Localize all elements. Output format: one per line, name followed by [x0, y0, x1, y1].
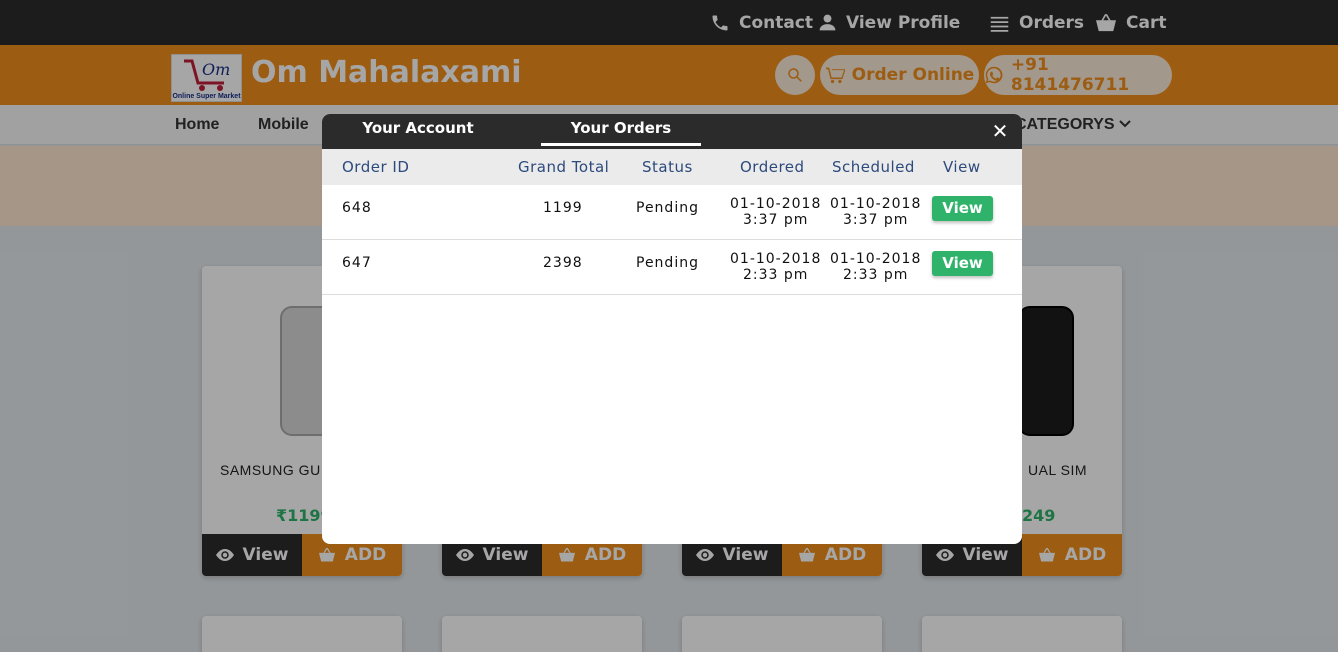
ordered-datetime: 01-10-2018 2:33 pm [730, 251, 821, 283]
column-header-view: View [943, 158, 981, 176]
grand-total: 2398 [543, 255, 583, 271]
table-row: 647 2398 Pending 01-10-2018 2:33 pm 01-1… [322, 240, 1022, 295]
order-id: 648 [342, 200, 372, 216]
scheduled-datetime: 01-10-2018 2:33 pm [830, 251, 921, 283]
order-status: Pending [636, 255, 699, 271]
scheduled-date: 01-10-2018 [830, 196, 922, 212]
orders-modal: Your Account Your Orders ✕ Order ID Gran… [322, 114, 1022, 544]
tab-your-account[interactable]: Your Account [338, 114, 498, 149]
scheduled-time: 3:37 pm [842, 212, 909, 228]
column-header-grand-total: Grand Total [518, 158, 610, 176]
column-header-order-id: Order ID [342, 158, 410, 176]
column-header-ordered: Ordered [740, 158, 805, 176]
ordered-time: 3:37 pm [742, 212, 809, 228]
view-order-button[interactable]: View [932, 251, 993, 276]
scheduled-date: 01-10-2018 [830, 251, 922, 267]
ordered-time: 2:33 pm [742, 267, 809, 283]
scheduled-time: 2:33 pm [842, 267, 909, 283]
ordered-datetime: 01-10-2018 3:37 pm [730, 196, 821, 228]
tab-your-orders[interactable]: Your Orders [541, 114, 701, 149]
modal-header: Your Account Your Orders ✕ [322, 114, 1022, 149]
ordered-date: 01-10-2018 [730, 196, 822, 212]
column-header-status: Status [642, 158, 693, 176]
orders-table-header: Order ID Grand Total Status Ordered Sche… [322, 149, 1022, 185]
column-header-scheduled: Scheduled [832, 158, 915, 176]
order-status: Pending [636, 200, 699, 216]
ordered-date: 01-10-2018 [730, 251, 822, 267]
scheduled-datetime: 01-10-2018 3:37 pm [830, 196, 921, 228]
view-order-button[interactable]: View [932, 196, 993, 221]
close-icon[interactable]: ✕ [991, 121, 1009, 141]
table-row: 648 1199 Pending 01-10-2018 3:37 pm 01-1… [322, 185, 1022, 240]
order-id: 647 [342, 255, 372, 271]
grand-total: 1199 [543, 200, 583, 216]
